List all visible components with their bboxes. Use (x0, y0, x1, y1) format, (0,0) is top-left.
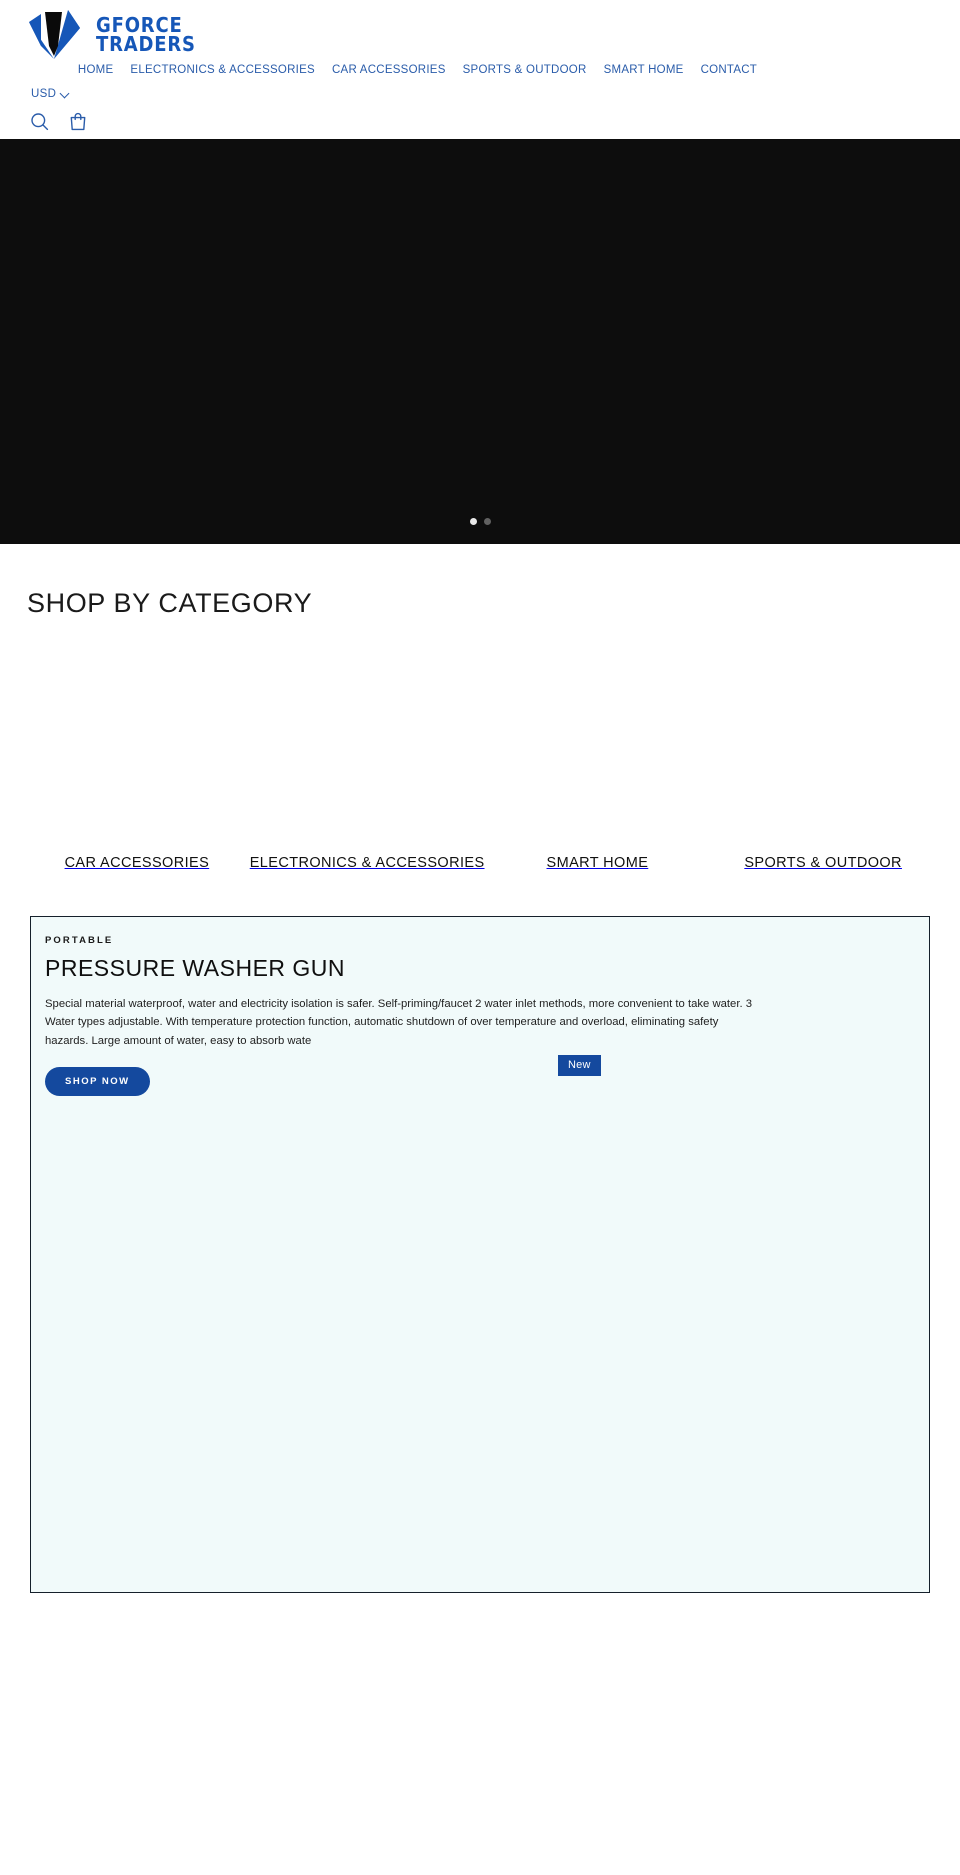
shopping-bag-icon[interactable] (69, 112, 87, 131)
status-badge: New (558, 1055, 601, 1076)
nav-item-car[interactable]: CAR ACCESSORIES (332, 64, 446, 76)
header-utilities (30, 112, 87, 131)
nav-item-contact[interactable]: CONTACT (701, 64, 757, 76)
promo-product-image (45, 1121, 915, 1592)
carousel-dot-1[interactable] (469, 518, 477, 525)
search-icon[interactable] (30, 112, 49, 131)
category-thumbnail (484, 653, 711, 839)
shop-by-category-section: SHOP BY CATEGORY CAR ACCESSORIES ELECTRO… (0, 544, 960, 871)
category-thumbnail (249, 653, 485, 839)
hero-carousel[interactable] (0, 139, 960, 544)
category-label: CAR ACCESSORIES (64, 855, 210, 871)
nav-item-smart-home[interactable]: SMART HOME (604, 64, 684, 76)
diamond-gem-logo-icon (24, 6, 84, 64)
category-card-car-accessories[interactable]: CAR ACCESSORIES (24, 653, 250, 871)
category-card-smart-home[interactable]: SMART HOME (484, 653, 711, 871)
brand-wordmark: GFORCE TRADERS (96, 15, 207, 56)
category-label: ELECTRONICS & ACCESSORIES (249, 855, 485, 871)
nav-item-home[interactable]: HOME (78, 64, 114, 76)
currency-value: USD (31, 88, 57, 100)
category-thumbnail (24, 653, 250, 839)
nav-item-sports[interactable]: SPORTS & OUTDOOR (463, 64, 587, 76)
carousel-dot-2[interactable] (483, 518, 491, 525)
category-thumbnail (710, 653, 936, 839)
shop-now-button[interactable]: SHOP NOW (45, 1066, 150, 1096)
category-label: SMART HOME (546, 855, 649, 871)
brand-row: GFORCE TRADERS (0, 0, 960, 62)
currency-selector[interactable]: USD (31, 88, 70, 100)
page-title: SHOP BY CATEGORY (27, 588, 313, 618)
promo-title: PRESSURE WASHER GUN (45, 955, 346, 981)
category-card-sports-outdoor[interactable]: SPORTS & OUTDOOR (710, 653, 936, 871)
category-card-electronics-accessories[interactable]: ELECTRONICS & ACCESSORIES (249, 653, 485, 871)
category-grid: CAR ACCESSORIES ELECTRONICS & ACCESSORIE… (0, 653, 960, 871)
nav-item-electronics[interactable]: ELECTRONICS & ACCESSORIES (130, 64, 315, 76)
site-header: GFORCE TRADERS HOME ELECTRONICS & ACCESS… (0, 0, 960, 139)
brand-line-2: TRADERS (96, 32, 196, 56)
promo-description: Special material waterproof, water and e… (45, 998, 753, 1047)
promo-eyebrow: PORTABLE (45, 935, 114, 946)
promo-section: PORTABLE PRESSURE WASHER GUN Special mat… (0, 871, 960, 1593)
promo-card: PORTABLE PRESSURE WASHER GUN Special mat… (30, 916, 930, 1593)
carousel-dots (0, 518, 960, 525)
category-label: SPORTS & OUTDOOR (744, 855, 902, 871)
main-navigation: HOME ELECTRONICS & ACCESSORIES CAR ACCES… (0, 64, 960, 76)
site-logo-link[interactable] (24, 6, 84, 64)
chevron-down-icon (61, 90, 70, 99)
